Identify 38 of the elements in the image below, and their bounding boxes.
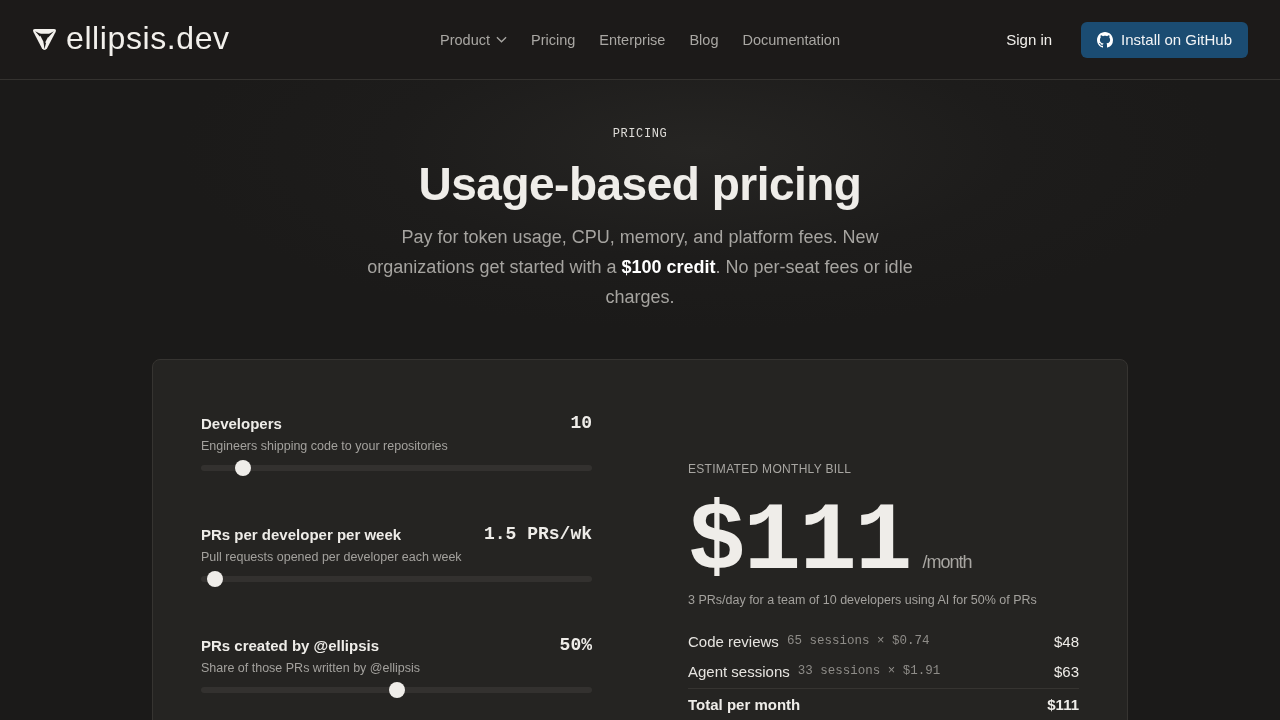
line-item-detail: 65 sessions × $0.74 [786, 634, 930, 648]
line-item-detail: 33 sessions × $1.91 [797, 664, 941, 678]
page-title: Usage-based pricing [418, 157, 862, 212]
slider-label: PRs per developer per week [201, 525, 402, 543]
github-icon [1097, 31, 1114, 48]
slider-description: Engineers shipping code to your repositories [201, 438, 449, 455]
nav-link[interactable]: Documentation [742, 31, 840, 48]
line-item-amount: $48 [1053, 632, 1079, 650]
install-button[interactable]: Install on GitHub [1081, 21, 1248, 58]
line-item-amount: $63 [1053, 662, 1079, 680]
page-subtitle: Pay for token usage, CPU, memory, and platform fees. New organizations get started with a $100 credit. No per-seat fees or idle charges. [366, 226, 914, 309]
slider-value: 1.5 PRs/wk [483, 524, 592, 544]
slider-value: 50% [559, 635, 592, 655]
total-label: Total per month [688, 696, 801, 713]
nav-link[interactable]: Blog [689, 31, 719, 48]
slider-label: PRs created by @ellipsis [201, 636, 380, 654]
section-eyebrow: PRICING [612, 126, 668, 142]
nav-link[interactable]: Enterprise [599, 31, 666, 48]
line-item-name: Code reviews [688, 632, 779, 650]
logo-wordmark[interactable]: ellipsis.dev [66, 22, 230, 57]
triangle-logo-icon [32, 28, 57, 51]
slider-thumb[interactable] [207, 571, 223, 587]
slider-description: Pull requests opened per developer each week [201, 549, 463, 566]
slider-description: Share of those PRs written by @ellipsis [201, 660, 422, 677]
slider-thumb[interactable] [234, 460, 251, 476]
chevron-down-icon [496, 36, 507, 43]
slider-thumb[interactable] [388, 682, 405, 698]
sign-in-link[interactable]: Sign in [1006, 31, 1053, 48]
bill-summary: 3 PRs/day for a team of 10 developers using AI for 50% of PRs [688, 592, 1038, 609]
bill-caption: ESTIMATED MONTHLY BILL [688, 461, 853, 477]
bill-period: /month [922, 552, 972, 573]
line-item-name: Agent sessions [688, 662, 790, 680]
bill-amount: $111 [688, 495, 911, 591]
slider-value: 10 [570, 413, 592, 433]
slider-label: Developers [201, 414, 282, 432]
total-amount: $111 [1047, 696, 1079, 713]
nav-link[interactable]: Product [440, 31, 507, 48]
nav-link[interactable]: Pricing [531, 31, 576, 48]
